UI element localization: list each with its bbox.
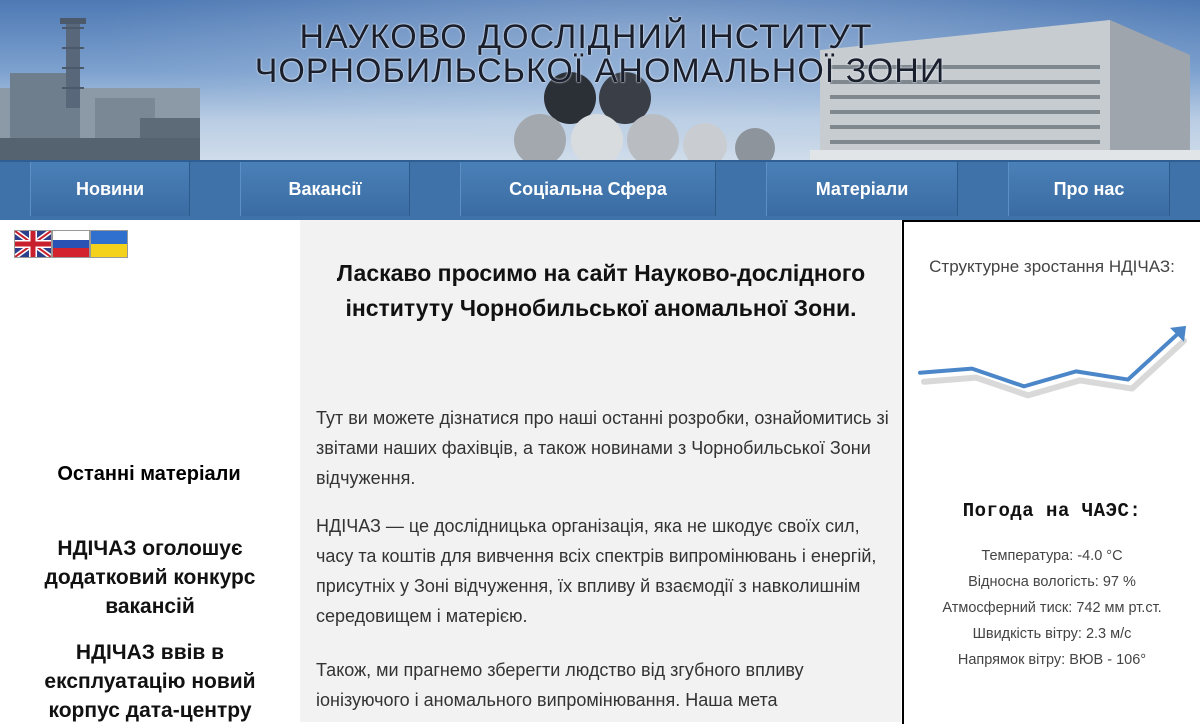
site-title-line2: ЧОРНОБИЛЬСЬКОЇ АНОМАЛЬНОЇ ЗОНИ [254, 52, 946, 90]
nav-materials[interactable]: Матеріали [766, 162, 958, 216]
header-banner: НАУКОВО ДОСЛІДНИЙ ІНСТИТУТ ЧОРНОБИЛЬСЬКО… [0, 0, 1200, 160]
growth-heading-text: Структурне зростання НДІЧАЗ: [929, 257, 1175, 276]
nav-news[interactable]: Новини [30, 162, 190, 216]
weather-pressure: Атмосферний тиск: 742 мм рт.ст. [942, 600, 1162, 616]
latest-material-link[interactable]: НДІЧАЗ оголошує додатковий конкурс вакан… [30, 534, 270, 621]
russian-flag-icon[interactable] [52, 230, 90, 258]
latest-material-link[interactable]: НДІЧАЗ ввів в експлуатацію новий корпус … [30, 638, 270, 725]
english-flag-icon[interactable] [14, 230, 52, 258]
weather-humidity: Відносна вологість: 97 % [968, 574, 1136, 590]
nav-about[interactable]: Про нас [1008, 162, 1170, 216]
weather-heading: Погода на ЧАЭС: [962, 500, 1142, 522]
right-sidebar [902, 220, 1200, 724]
welcome-heading: Ласкаво просимо на сайт Науково-дослідно… [336, 260, 866, 321]
intro-paragraph: Тут ви можете дізнатися про наші останні… [316, 408, 889, 488]
weather-wind-speed: Швидкість вітру: 2.3 м/с [972, 626, 1132, 642]
nav-vacancies[interactable]: Вакансії [240, 162, 410, 216]
weather-wind-direction: Напрямок вітру: ВЮВ - 106° [957, 652, 1147, 668]
main-nav: Новини Вакансії Соціальна Сфера Матеріал… [0, 160, 1200, 220]
about-paragraph: НДІЧАЗ — це дослідницька організація, як… [316, 516, 877, 626]
language-switcher [14, 230, 128, 258]
mission-paragraph: Також, ми прагнемо зберегти людство від … [316, 660, 804, 710]
growth-heading: Структурне зростання НДІЧАЗ: [902, 252, 1200, 281]
site-title-line1: НАУКОВО ДОСЛІДНИЙ ІНСТИТУТ [299, 18, 873, 56]
ukrainian-flag-icon[interactable] [90, 230, 128, 258]
latest-materials-heading: Останні матеріали [57, 463, 241, 485]
growth-chart [918, 325, 1187, 399]
site-title: НАУКОВО ДОСЛІДНИЙ ІНСТИТУТ ЧОРНОБИЛЬСЬКО… [0, 20, 1200, 88]
weather-temperature: Температура: -4.0 °C [981, 548, 1123, 564]
nav-social[interactable]: Соціальна Сфера [460, 162, 716, 216]
